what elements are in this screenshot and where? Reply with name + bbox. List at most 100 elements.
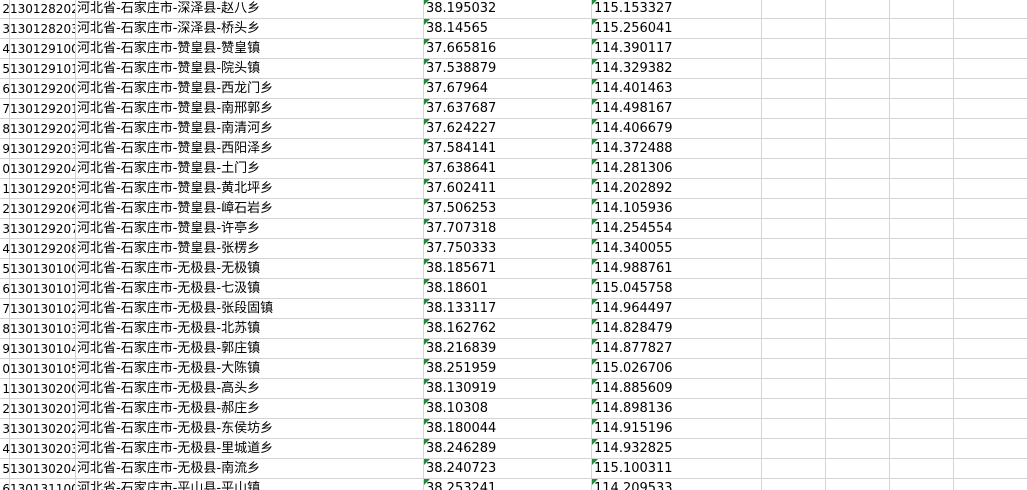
latitude-cell[interactable]: 38.185671 xyxy=(424,259,592,279)
empty-cell[interactable] xyxy=(890,339,954,359)
region-name-cell[interactable]: 河北省-石家庄市-赞皇县-张楞乡 xyxy=(76,239,424,259)
longitude-cell[interactable]: 114.340055 xyxy=(592,239,762,259)
empty-cell[interactable] xyxy=(890,479,954,490)
empty-cell[interactable] xyxy=(762,199,826,219)
latitude-cell[interactable]: 37.638641 xyxy=(424,159,592,179)
empty-cell[interactable] xyxy=(826,339,890,359)
row-number-cell[interactable]: 6 xyxy=(0,79,10,99)
empty-cell[interactable] xyxy=(954,319,1028,339)
empty-cell[interactable] xyxy=(762,0,826,19)
empty-cell[interactable] xyxy=(954,239,1028,259)
code-cell[interactable]: 130130103 xyxy=(10,319,76,339)
longitude-cell[interactable]: 114.898136 xyxy=(592,399,762,419)
row-number-cell[interactable]: 9 xyxy=(0,339,10,359)
region-name-cell[interactable]: 河北省-石家庄市-无极县-东侯坊乡 xyxy=(76,419,424,439)
longitude-cell[interactable]: 114.498167 xyxy=(592,99,762,119)
empty-cell[interactable] xyxy=(954,19,1028,39)
empty-cell[interactable] xyxy=(890,179,954,199)
latitude-cell[interactable]: 38.246289 xyxy=(424,439,592,459)
empty-cell[interactable] xyxy=(890,199,954,219)
empty-cell[interactable] xyxy=(826,359,890,379)
empty-cell[interactable] xyxy=(954,339,1028,359)
empty-cell[interactable] xyxy=(762,479,826,490)
latitude-cell[interactable]: 38.10308 xyxy=(424,399,592,419)
row-number-cell[interactable]: 1 xyxy=(0,179,10,199)
region-name-cell[interactable]: 河北省-石家庄市-赞皇县-许亭乡 xyxy=(76,219,424,239)
empty-cell[interactable] xyxy=(890,99,954,119)
row-number-cell[interactable]: 2 xyxy=(0,199,10,219)
region-name-cell[interactable]: 河北省-石家庄市-赞皇县-西龙门乡 xyxy=(76,79,424,99)
empty-cell[interactable] xyxy=(954,99,1028,119)
longitude-cell[interactable]: 114.209533 xyxy=(592,479,762,490)
longitude-cell[interactable]: 114.254554 xyxy=(592,219,762,239)
empty-cell[interactable] xyxy=(954,379,1028,399)
longitude-cell[interactable]: 115.153327 xyxy=(592,0,762,19)
empty-cell[interactable] xyxy=(826,159,890,179)
empty-cell[interactable] xyxy=(954,439,1028,459)
empty-cell[interactable] xyxy=(954,0,1028,19)
latitude-cell[interactable]: 37.624227 xyxy=(424,119,592,139)
empty-cell[interactable] xyxy=(954,159,1028,179)
row-number-cell[interactable]: 1 xyxy=(0,379,10,399)
code-cell[interactable]: 130130102 xyxy=(10,299,76,319)
code-cell[interactable]: 130129101 xyxy=(10,59,76,79)
row-number-cell[interactable]: 5 xyxy=(0,59,10,79)
code-cell[interactable]: 130129100 xyxy=(10,39,76,59)
empty-cell[interactable] xyxy=(762,279,826,299)
empty-cell[interactable] xyxy=(826,479,890,490)
region-name-cell[interactable]: 河北省-石家庄市-赞皇县-嶂石岩乡 xyxy=(76,199,424,219)
longitude-cell[interactable]: 114.401463 xyxy=(592,79,762,99)
empty-cell[interactable] xyxy=(762,399,826,419)
row-number-cell[interactable]: 9 xyxy=(0,139,10,159)
region-name-cell[interactable]: 河北省-石家庄市-无极县-七汲镇 xyxy=(76,279,424,299)
row-number-cell[interactable]: 4 xyxy=(0,439,10,459)
row-number-cell[interactable]: 7 xyxy=(0,299,10,319)
empty-cell[interactable] xyxy=(890,299,954,319)
empty-cell[interactable] xyxy=(762,439,826,459)
code-cell[interactable]: 130130100 xyxy=(10,259,76,279)
empty-cell[interactable] xyxy=(826,419,890,439)
code-cell[interactable]: 130129208 xyxy=(10,239,76,259)
empty-cell[interactable] xyxy=(890,159,954,179)
empty-cell[interactable] xyxy=(890,39,954,59)
empty-cell[interactable] xyxy=(762,79,826,99)
region-name-cell[interactable]: 河北省-石家庄市-无极县-无极镇 xyxy=(76,259,424,279)
empty-cell[interactable] xyxy=(890,279,954,299)
empty-cell[interactable] xyxy=(890,359,954,379)
empty-cell[interactable] xyxy=(954,359,1028,379)
empty-cell[interactable] xyxy=(954,259,1028,279)
code-cell[interactable]: 130130101 xyxy=(10,279,76,299)
empty-cell[interactable] xyxy=(762,119,826,139)
region-name-cell[interactable]: 河北省-石家庄市-深泽县-赵八乡 xyxy=(76,0,424,19)
empty-cell[interactable] xyxy=(890,239,954,259)
empty-cell[interactable] xyxy=(826,459,890,479)
empty-cell[interactable] xyxy=(954,219,1028,239)
row-number-cell[interactable]: 4 xyxy=(0,239,10,259)
longitude-cell[interactable]: 115.045758 xyxy=(592,279,762,299)
empty-cell[interactable] xyxy=(762,359,826,379)
row-number-cell[interactable]: 6 xyxy=(0,479,10,490)
empty-cell[interactable] xyxy=(762,139,826,159)
row-number-cell[interactable]: 2 xyxy=(0,399,10,419)
empty-cell[interactable] xyxy=(826,399,890,419)
row-number-cell[interactable]: 5 xyxy=(0,259,10,279)
longitude-cell[interactable]: 114.932825 xyxy=(592,439,762,459)
longitude-cell[interactable]: 114.885609 xyxy=(592,379,762,399)
region-name-cell[interactable]: 河北省-石家庄市-赞皇县-南邢郭乡 xyxy=(76,99,424,119)
row-number-cell[interactable]: 7 xyxy=(0,99,10,119)
region-name-cell[interactable]: 河北省-石家庄市-赞皇县-院头镇 xyxy=(76,59,424,79)
empty-cell[interactable] xyxy=(826,259,890,279)
empty-cell[interactable] xyxy=(762,19,826,39)
row-number-cell[interactable]: 4 xyxy=(0,39,10,59)
code-cell[interactable]: 130130104 xyxy=(10,339,76,359)
empty-cell[interactable] xyxy=(826,299,890,319)
code-cell[interactable]: 130128202 xyxy=(10,0,76,19)
code-cell[interactable]: 130130204 xyxy=(10,459,76,479)
latitude-cell[interactable]: 38.195032 xyxy=(424,0,592,19)
empty-cell[interactable] xyxy=(762,419,826,439)
code-cell[interactable]: 130129203 xyxy=(10,139,76,159)
empty-cell[interactable] xyxy=(762,459,826,479)
code-cell[interactable]: 130129201 xyxy=(10,99,76,119)
longitude-cell[interactable]: 115.100311 xyxy=(592,459,762,479)
empty-cell[interactable] xyxy=(826,0,890,19)
